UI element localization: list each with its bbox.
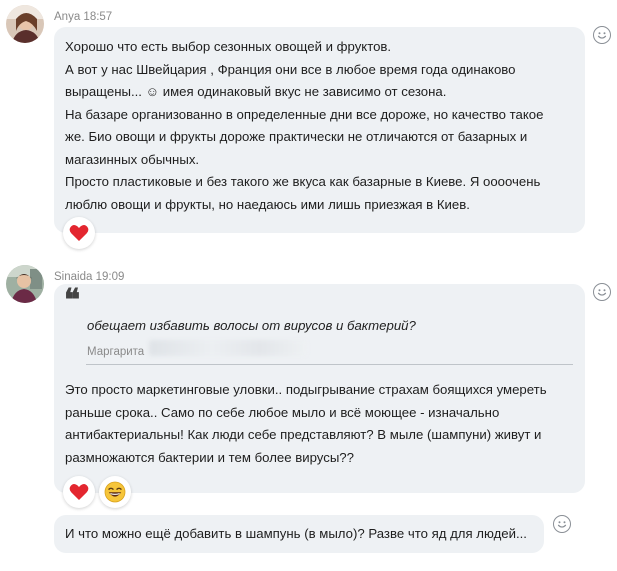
- quote-text: обещает избавить волосы от вирусов и бак…: [87, 318, 416, 333]
- message-bubble-followup[interactable]: И что можно ещё добавить в шампунь (в мы…: [54, 515, 544, 553]
- avatar-anya[interactable]: [6, 5, 44, 43]
- author-name: Sinaida: [54, 271, 93, 283]
- reaction-heart-icon[interactable]: [63, 476, 95, 508]
- message-line: антибактериальны! Как люди себе представ…: [65, 427, 542, 442]
- message-line: Просто пластиковые и без такого же вкуса…: [65, 174, 541, 189]
- message-bubble-anya[interactable]: Хорошо что есть выбор сезонных овощей и …: [54, 27, 585, 233]
- blurred-author-surname: [149, 340, 307, 356]
- message-line: А вот у нас Швейцария , Франция они все …: [65, 61, 516, 77]
- message-line: выращены... ☺ имея одинаковый вкус не за…: [65, 84, 447, 99]
- reaction-heart-icon[interactable]: [63, 217, 95, 249]
- quote-icon: ❝: [64, 283, 81, 318]
- add-reaction-smiley-icon[interactable]: [593, 26, 611, 44]
- message-line: же. Био овощи и фрукты дороже практическ…: [65, 129, 528, 144]
- message-line: магазинных обычных.: [65, 151, 200, 167]
- message-line: Это просто маркетинговые уловки.. подыгр…: [65, 382, 547, 397]
- message-line: раньше срока.. Само по себе любое мыло и…: [65, 404, 500, 420]
- author-name: Anya: [54, 11, 81, 23]
- quote-divider: [86, 364, 573, 365]
- avatar-sinaida[interactable]: [6, 265, 44, 303]
- message-time: 19:09: [95, 271, 125, 283]
- quote-author: Маргарита: [87, 346, 145, 358]
- message-line: люблю овощи и фрукты, но наедаюсь ими ли…: [65, 196, 470, 212]
- message-body: Это просто маркетинговые уловки.. подыгр…: [65, 379, 577, 469]
- add-reaction-smiley-icon[interactable]: [553, 515, 571, 533]
- chat-conversation: Anya 18:57 Хорошо что есть выбор сезонны…: [0, 0, 617, 571]
- message-line: На базаре организованно в определенные д…: [65, 106, 544, 122]
- reaction-laughing-face-icon[interactable]: [99, 476, 131, 508]
- add-reaction-smiley-icon[interactable]: [593, 283, 611, 301]
- message-line: Хорошо что есть выбор сезонных овощей и …: [65, 39, 392, 54]
- message-line: размножаются бактерии и тем более вирусы…: [65, 449, 354, 465]
- message-meta-sinaida: Sinaida 19:09: [54, 270, 124, 284]
- message-time: 18:57: [83, 11, 113, 23]
- message-bubble-sinaida[interactable]: ❝ обещает избавить волосы от вирусов и б…: [54, 284, 585, 493]
- message-line: И что можно ещё добавить в шампунь (в мы…: [65, 526, 527, 541]
- message-meta-anya: Anya 18:57: [54, 10, 112, 24]
